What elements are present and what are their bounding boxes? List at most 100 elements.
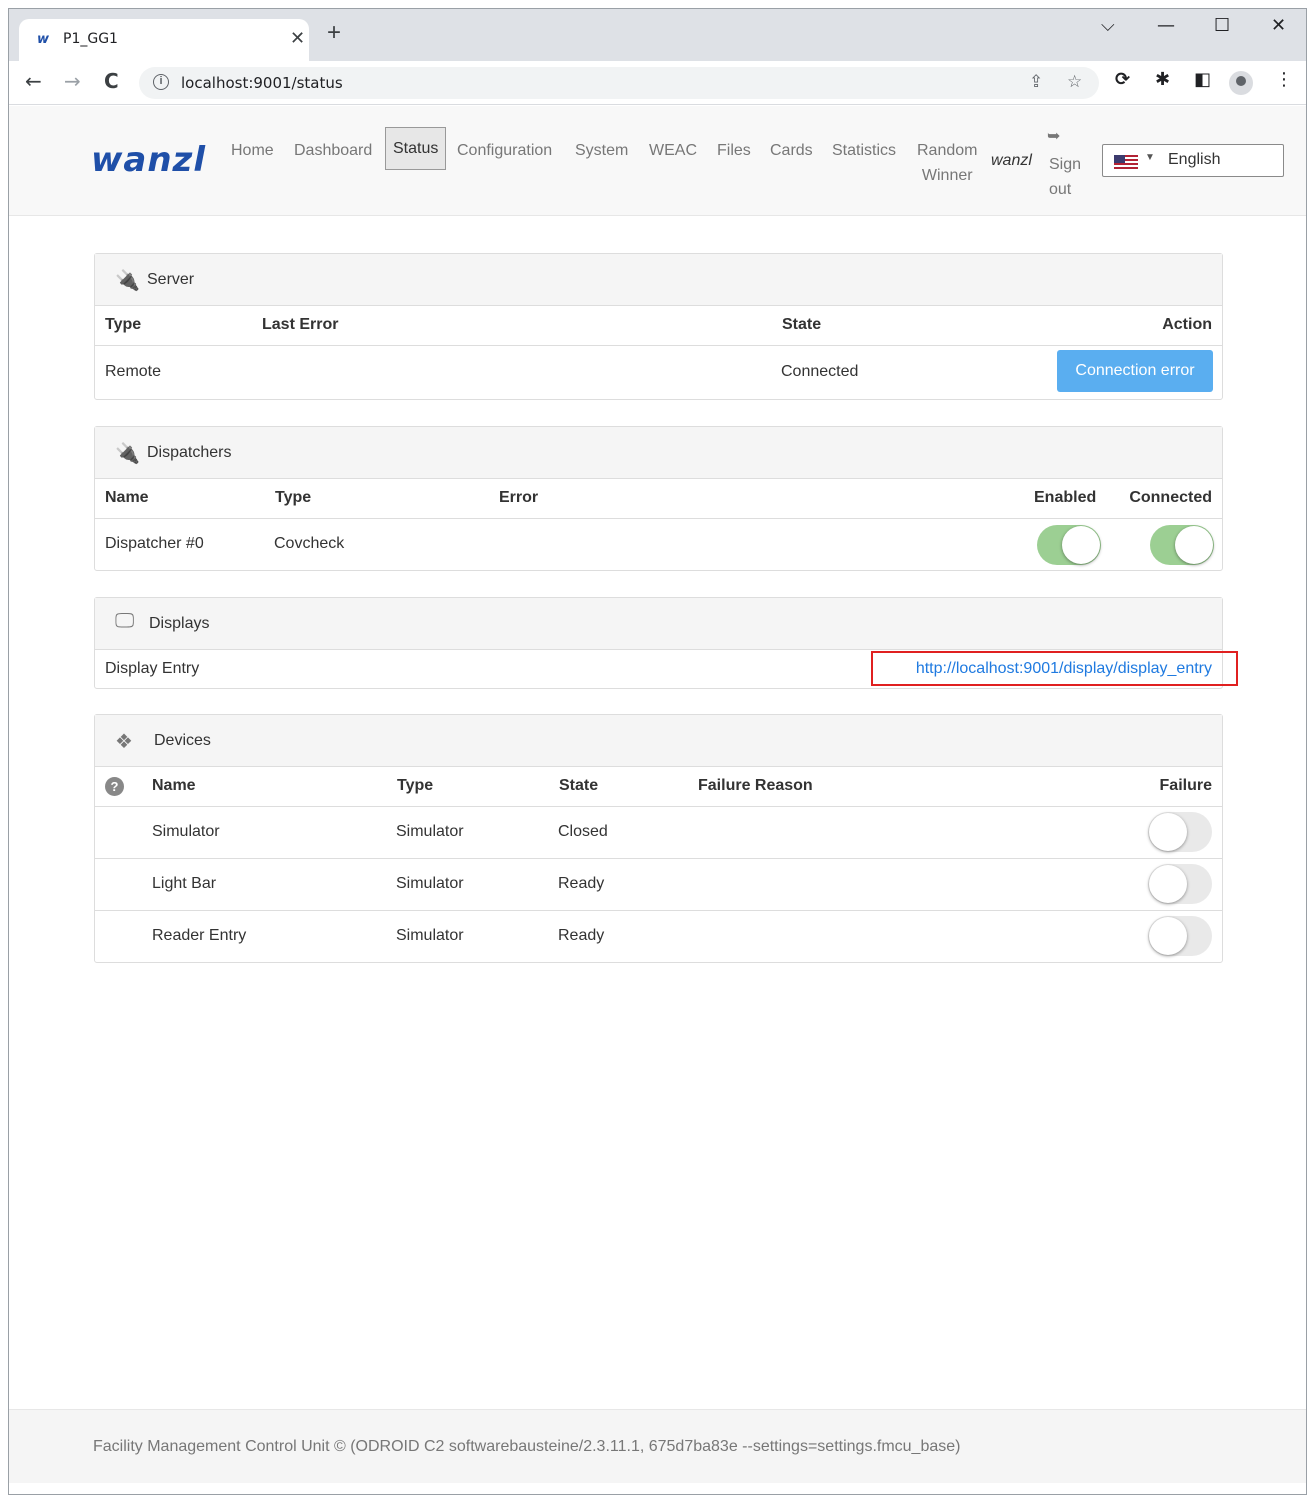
server-col-action: Action [1162, 316, 1212, 333]
divider [95, 345, 1222, 346]
nav-home[interactable]: Home [231, 138, 274, 163]
dispatchers-col-enabled: Enabled [1034, 489, 1097, 506]
forward-icon[interactable]: → [64, 69, 81, 93]
devices-col-failure: Failure [1159, 777, 1212, 794]
nav-sign-out[interactable]: Sign out [1049, 152, 1081, 202]
device-state: Closed [558, 823, 608, 840]
server-col-last-error: Last Error [262, 316, 339, 333]
nav-random-winner-line1: Random [917, 142, 978, 159]
dispatcher-name: Dispatcher #0 [105, 535, 204, 552]
device-type: Simulator [396, 927, 464, 944]
device-name: Light Bar [152, 875, 217, 892]
toggle-knob [1175, 526, 1213, 564]
device-failure-toggle[interactable] [1148, 864, 1212, 904]
share-icon[interactable]: ⇪ [1029, 72, 1043, 92]
star-icon[interactable]: ☆ [1067, 72, 1082, 92]
minimize-icon[interactable]: — [1157, 15, 1175, 36]
device-state: Ready [558, 875, 605, 892]
server-col-type: Type [105, 316, 142, 333]
dispatchers-col-type: Type [275, 489, 312, 506]
nav-files[interactable]: Files [717, 138, 751, 163]
divider [95, 910, 1222, 911]
username: wanzl [991, 152, 1032, 169]
browser-toolbar: ← → C i localhost:9001/status ⇪ ☆ [9, 61, 1306, 105]
devices-panel: ❖ Devices ? Name Type State Failure Reas… [94, 714, 1223, 963]
server-panel-header: 🔌 Server [95, 254, 1222, 306]
help-icon[interactable]: ? [105, 777, 124, 796]
device-name: Reader Entry [152, 927, 247, 944]
tab-close-icon[interactable]: ✕ [290, 28, 305, 49]
reload-icon[interactable]: C [104, 69, 119, 93]
menu-icon[interactable]: ⋮ [1275, 69, 1293, 90]
us-flag-icon [1114, 155, 1138, 169]
new-tab-icon[interactable]: + [327, 21, 341, 45]
back-icon[interactable]: ← [25, 69, 42, 93]
server-state: Connected [781, 363, 859, 380]
monitor-icon: 🖵 [115, 610, 135, 632]
devices-col-failure-reason: Failure Reason [698, 777, 813, 794]
device-failure-toggle[interactable] [1148, 812, 1212, 852]
extensions-icon[interactable]: ✱ [1155, 69, 1170, 90]
device-name: Simulator [152, 823, 220, 840]
nav-statistics[interactable]: Statistics [832, 138, 896, 163]
connection-error-button[interactable]: Connection error [1057, 350, 1213, 392]
wanzl-logo[interactable]: wanzl [91, 140, 206, 180]
browser-tab[interactable]: w P1_GG1 ✕ [19, 19, 309, 61]
url-text[interactable]: localhost:9001/status [181, 74, 343, 92]
displays-title: Displays [149, 615, 210, 632]
displays-panel-header: 🖵 Displays [95, 598, 1222, 650]
nav-cards[interactable]: Cards [770, 138, 813, 163]
close-window-icon[interactable]: ✕ [1271, 15, 1286, 36]
device-failure-toggle[interactable] [1148, 916, 1212, 956]
nav-status[interactable]: Status [385, 127, 447, 170]
display-link-highlight: http://localhost:9001/display/display_en… [871, 651, 1238, 686]
dispatchers-col-connected: Connected [1129, 489, 1212, 506]
toggle-knob [1062, 526, 1100, 564]
dispatchers-panel-header: 🔌 Dispatchers [95, 427, 1222, 479]
wanzl-favicon-icon: w [37, 32, 50, 47]
devices-title: Devices [154, 732, 211, 749]
sign-out-line2: out [1049, 181, 1072, 198]
tab-title: P1_GG1 [63, 31, 118, 47]
nav-configuration[interactable]: Configuration [457, 138, 552, 163]
language-select[interactable]: ▼ English [1102, 144, 1284, 177]
sign-out-icon[interactable]: ➥ [1047, 126, 1060, 146]
server-type: Remote [105, 363, 162, 380]
site-info-icon[interactable]: i [153, 74, 169, 90]
server-col-state: State [782, 316, 822, 333]
sync-icon[interactable]: ⟳ [1115, 69, 1130, 90]
server-panel: 🔌 Server Type Last Error State Action Re… [94, 253, 1223, 400]
app-navbar: wanzl Home Dashboard Status Configuratio… [9, 106, 1306, 216]
display-entry-link[interactable]: http://localhost:9001/display/display_en… [916, 660, 1212, 678]
dispatcher-enabled-toggle[interactable] [1037, 525, 1101, 565]
nav-weac[interactable]: WEAC [649, 138, 697, 163]
dispatchers-panel: 🔌 Dispatchers Name Type Error Enabled Co… [94, 426, 1223, 571]
device-type: Simulator [396, 875, 464, 892]
language-label: English [1168, 151, 1221, 168]
maximize-icon[interactable]: ☐ [1214, 15, 1230, 36]
server-title: Server [147, 271, 195, 288]
devices-col-type: Type [397, 777, 434, 794]
divider [95, 858, 1222, 859]
divider [95, 806, 1222, 807]
dispatchers-title: Dispatchers [147, 444, 232, 461]
sidepanel-icon[interactable]: ◧ [1194, 69, 1211, 90]
nav-dashboard[interactable]: Dashboard [294, 138, 372, 163]
title-bar: w P1_GG1 ✕ + ⌵ — ☐ ✕ [9, 9, 1306, 61]
tab-search-icon[interactable]: ⌵ [1101, 15, 1115, 36]
dispatcher-connected-toggle[interactable] [1150, 525, 1214, 565]
dispatcher-type: Covcheck [274, 535, 345, 552]
address-bar[interactable]: i localhost:9001/status ⇪ ☆ [139, 67, 1099, 99]
toggle-knob [1149, 865, 1187, 903]
toggle-knob [1149, 813, 1187, 851]
nav-system[interactable]: System [575, 138, 628, 163]
toggle-knob [1149, 917, 1187, 955]
browser-window: w P1_GG1 ✕ + ⌵ — ☐ ✕ ← → C i localhost:9… [8, 8, 1307, 1495]
plug-icon: 🔌 [115, 270, 140, 292]
profile-icon[interactable] [1229, 71, 1253, 95]
nav-random-winner[interactable]: Random Winner [917, 138, 977, 188]
devices-col-state: State [559, 777, 599, 794]
devices-col-name: Name [152, 777, 196, 794]
caret-down-icon: ▼ [1145, 152, 1155, 163]
dispatchers-col-name: Name [105, 489, 149, 506]
